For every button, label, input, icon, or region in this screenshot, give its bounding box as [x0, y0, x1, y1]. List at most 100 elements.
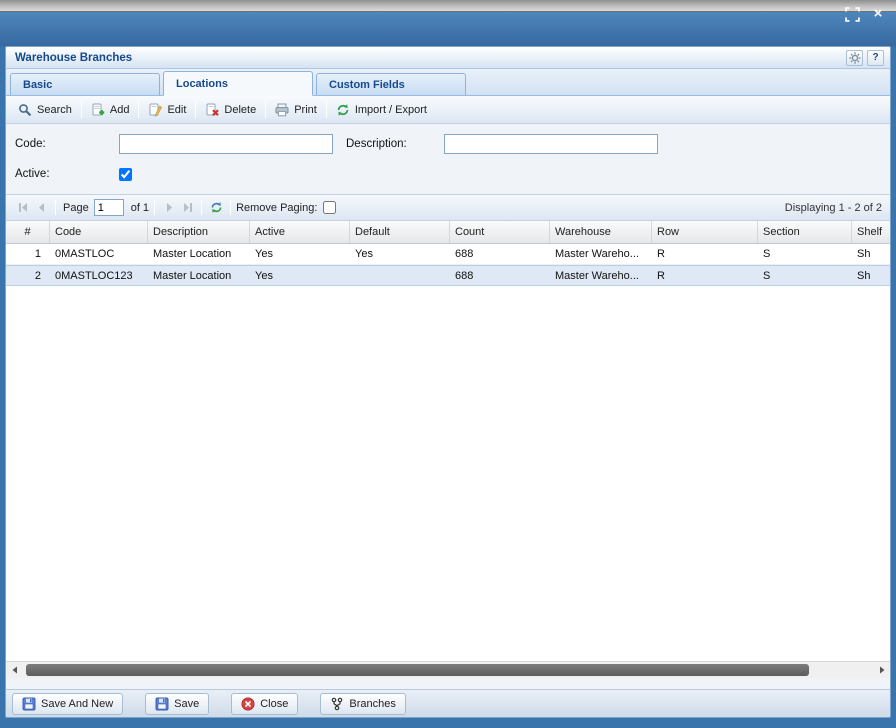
prev-page-icon: [36, 202, 47, 213]
edit-button[interactable]: Edit: [142, 100, 192, 120]
description-input[interactable]: [444, 134, 658, 154]
search-button[interactable]: Search: [12, 100, 78, 120]
page-label: Page: [63, 202, 89, 214]
tab-locations[interactable]: Locations: [163, 71, 313, 96]
application-window: × Warehouse Branches: [0, 0, 896, 728]
close-button[interactable]: Close: [231, 693, 298, 715]
prev-page-button[interactable]: [32, 199, 50, 217]
code-input[interactable]: [119, 134, 333, 154]
add-button[interactable]: Add: [85, 100, 136, 120]
cell-description: Master Location: [148, 266, 250, 285]
cell-section: S: [758, 244, 852, 264]
code-label: Code:: [15, 138, 119, 150]
print-icon: [275, 103, 289, 117]
cell-shelf: Sh: [852, 266, 890, 285]
cell-number: 2: [6, 266, 50, 285]
scrollbar-thumb[interactable]: [26, 664, 809, 676]
tab-label: Custom Fields: [329, 79, 405, 91]
scroll-right-button[interactable]: [873, 662, 890, 678]
first-page-button[interactable]: [14, 199, 32, 217]
remove-paging-label: Remove Paging:: [236, 202, 317, 214]
column-header-warehouse[interactable]: Warehouse: [550, 221, 652, 244]
save-and-new-label: Save And New: [41, 698, 113, 710]
help-button[interactable]: ?: [867, 50, 884, 66]
warehouse-branches-panel: Warehouse Branches: [5, 46, 891, 718]
import-export-label: Import / Export: [355, 104, 427, 116]
description-label: Description:: [346, 138, 444, 150]
cell-row: R: [652, 244, 758, 264]
column-header-active[interactable]: Active: [250, 221, 350, 244]
desktop-top-strip: [0, 0, 896, 12]
branches-button[interactable]: Branches: [320, 693, 405, 715]
footer-gap: [6, 678, 890, 689]
branches-label: Branches: [349, 698, 395, 710]
column-header-count[interactable]: Count: [450, 221, 550, 244]
next-page-icon: [164, 202, 175, 213]
search-label: Search: [37, 104, 72, 116]
maximize-button[interactable]: [844, 6, 860, 22]
save-button[interactable]: Save: [145, 693, 209, 715]
settings-button[interactable]: [846, 50, 863, 66]
tab-basic[interactable]: Basic: [10, 73, 160, 95]
paging-toolbar: Page of 1: [6, 194, 890, 221]
save-label: Save: [174, 698, 199, 710]
active-checkbox[interactable]: [119, 168, 132, 181]
cell-description: Master Location: [148, 244, 250, 264]
panel-title: Warehouse Branches: [15, 52, 846, 64]
window-controls: ×: [844, 6, 886, 22]
scroll-left-button[interactable]: [6, 662, 23, 678]
branch-icon: [330, 697, 344, 711]
cell-code: 0MASTLOC: [50, 244, 148, 264]
page-number-input[interactable]: [94, 199, 124, 216]
add-label: Add: [110, 104, 130, 116]
print-label: Print: [294, 104, 317, 116]
column-header-number[interactable]: #: [6, 221, 50, 244]
remove-paging-checkbox[interactable]: [323, 201, 336, 214]
column-header-default[interactable]: Default: [350, 221, 450, 244]
column-header-shelf[interactable]: Shelf: [852, 221, 890, 244]
tab-label: Basic: [23, 79, 52, 91]
next-page-button[interactable]: [160, 199, 178, 217]
close-window-button[interactable]: ×: [870, 6, 886, 22]
toolbar-separator: [195, 101, 196, 118]
import-export-button[interactable]: Import / Export: [330, 100, 433, 120]
print-button[interactable]: Print: [269, 100, 323, 120]
horizontal-scrollbar[interactable]: [6, 661, 890, 678]
cell-warehouse: Master Wareho...: [550, 266, 652, 285]
grid-body: 1 0MASTLOC Master Location Yes Yes 688 M…: [6, 244, 890, 661]
edit-icon: [148, 103, 162, 117]
column-header-section[interactable]: Section: [758, 221, 852, 244]
delete-icon: [205, 103, 219, 117]
scroll-left-icon: [11, 666, 19, 674]
refresh-button[interactable]: [207, 199, 225, 217]
table-row-selected[interactable]: 2 0MASTLOC123 Master Location Yes 688 Ma…: [6, 265, 890, 286]
search-icon: [18, 103, 32, 117]
last-page-icon: [182, 202, 193, 213]
save-and-new-button[interactable]: Save And New: [12, 693, 123, 715]
column-header-code[interactable]: Code: [50, 221, 148, 244]
edit-label: Edit: [167, 104, 186, 116]
import-export-icon: [336, 103, 350, 117]
toolbar-separator: [265, 101, 266, 118]
paging-separator: [201, 200, 202, 215]
column-header-description[interactable]: Description: [148, 221, 250, 244]
toolbar-separator: [138, 101, 139, 118]
table-row[interactable]: 1 0MASTLOC Master Location Yes Yes 688 M…: [6, 244, 890, 265]
cell-shelf: Sh: [852, 244, 890, 264]
tab-custom-fields[interactable]: Custom Fields: [316, 73, 466, 95]
paging-separator: [230, 200, 231, 215]
cell-default: Yes: [350, 244, 450, 264]
close-icon: ×: [874, 6, 883, 22]
column-header-row[interactable]: Row: [652, 221, 758, 244]
grid-toolbar: Search Add: [6, 96, 890, 124]
paging-separator: [55, 200, 56, 215]
help-icon: ?: [872, 52, 878, 63]
delete-button[interactable]: Delete: [199, 100, 262, 120]
cell-row: R: [652, 266, 758, 285]
last-page-button[interactable]: [178, 199, 196, 217]
tab-label: Locations: [176, 78, 228, 90]
maximize-icon: [845, 7, 860, 22]
panel-header: Warehouse Branches: [6, 47, 890, 69]
cell-count: 688: [450, 244, 550, 264]
delete-label: Delete: [224, 104, 256, 116]
